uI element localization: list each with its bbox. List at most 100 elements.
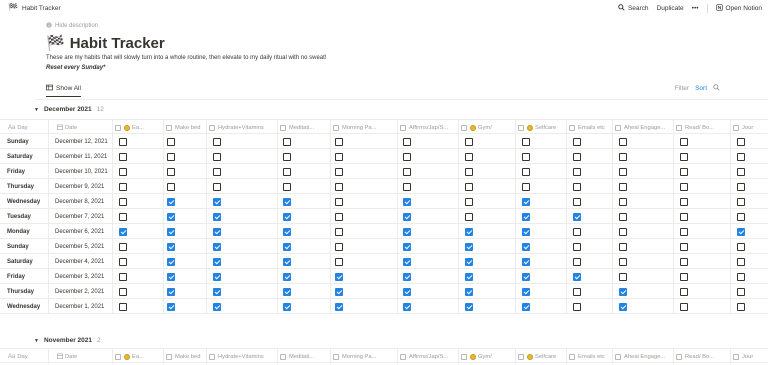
- breadcrumb[interactable]: 🏁 Habit Tracker: [8, 4, 61, 12]
- column-header[interactable]: Make bed: [163, 349, 206, 364]
- unchecked-checkbox[interactable]: [213, 182, 221, 191]
- table-row[interactable]: Thursday December 2, 2021: [0, 284, 768, 299]
- column-header[interactable]: Aheal Engage...: [612, 349, 673, 364]
- checked-checkbox[interactable]: [283, 257, 291, 266]
- unchecked-checkbox[interactable]: [119, 137, 127, 146]
- checked-checkbox[interactable]: [403, 212, 411, 221]
- column-header[interactable]: Emails etc: [566, 349, 612, 364]
- checked-checkbox[interactable]: [167, 302, 175, 311]
- checked-checkbox[interactable]: [283, 272, 291, 281]
- unchecked-checkbox[interactable]: [335, 197, 343, 206]
- checked-checkbox[interactable]: [213, 212, 221, 221]
- unchecked-checkbox[interactable]: [522, 137, 530, 146]
- column-header[interactable]: Ea...: [112, 120, 163, 135]
- table-row[interactable]: Sunday December 5, 2021: [0, 239, 768, 254]
- checked-checkbox[interactable]: [465, 227, 473, 236]
- column-header[interactable]: Selfcare: [515, 120, 566, 135]
- checked-checkbox[interactable]: [283, 287, 291, 296]
- unchecked-checkbox[interactable]: [573, 302, 581, 311]
- unchecked-checkbox[interactable]: [680, 272, 688, 281]
- date-cell[interactable]: December 3, 2021: [48, 269, 112, 284]
- day-cell[interactable]: Thursday: [0, 179, 48, 194]
- duplicate-button[interactable]: Duplicate: [657, 5, 684, 12]
- unchecked-checkbox[interactable]: [119, 302, 127, 311]
- table-row[interactable]: Friday December 10, 2021: [0, 164, 768, 179]
- unchecked-checkbox[interactable]: [167, 137, 175, 146]
- column-header[interactable]: Meditati...: [277, 120, 330, 135]
- checked-checkbox[interactable]: [403, 272, 411, 281]
- column-header[interactable]: Gym/: [458, 349, 515, 364]
- checked-checkbox[interactable]: [522, 197, 530, 206]
- checked-checkbox[interactable]: [403, 227, 411, 236]
- table-row[interactable]: Sunday December 12, 2021: [0, 134, 768, 149]
- day-cell[interactable]: Wednesday: [0, 299, 48, 314]
- day-cell[interactable]: Wednesday: [0, 194, 48, 209]
- unchecked-checkbox[interactable]: [737, 212, 745, 221]
- date-cell[interactable]: December 7, 2021: [48, 209, 112, 224]
- unchecked-checkbox[interactable]: [737, 257, 745, 266]
- checked-checkbox[interactable]: [283, 197, 291, 206]
- checked-checkbox[interactable]: [283, 302, 291, 311]
- unchecked-checkbox[interactable]: [619, 227, 627, 236]
- unchecked-checkbox[interactable]: [680, 137, 688, 146]
- unchecked-checkbox[interactable]: [283, 182, 291, 191]
- unchecked-checkbox[interactable]: [335, 152, 343, 161]
- column-header[interactable]: Emails etc: [566, 120, 612, 135]
- day-cell[interactable]: Friday: [0, 164, 48, 179]
- unchecked-checkbox[interactable]: [619, 257, 627, 266]
- checked-checkbox[interactable]: [522, 272, 530, 281]
- unchecked-checkbox[interactable]: [213, 167, 221, 176]
- unchecked-checkbox[interactable]: [573, 167, 581, 176]
- checked-checkbox[interactable]: [465, 272, 473, 281]
- column-header[interactable]: Make bed: [163, 120, 206, 135]
- unchecked-checkbox[interactable]: [283, 167, 291, 176]
- unchecked-checkbox[interactable]: [119, 257, 127, 266]
- unchecked-checkbox[interactable]: [680, 152, 688, 161]
- column-header[interactable]: Selfcare: [515, 349, 566, 364]
- checked-checkbox[interactable]: [119, 227, 127, 236]
- unchecked-checkbox[interactable]: [680, 197, 688, 206]
- unchecked-checkbox[interactable]: [737, 242, 745, 251]
- date-cell[interactable]: December 12, 2021: [48, 134, 112, 149]
- column-header[interactable]: Morning Pa...: [330, 349, 397, 364]
- unchecked-checkbox[interactable]: [522, 152, 530, 161]
- unchecked-checkbox[interactable]: [335, 242, 343, 251]
- unchecked-checkbox[interactable]: [119, 242, 127, 251]
- column-header[interactable]: Jour: [730, 120, 768, 135]
- unchecked-checkbox[interactable]: [737, 197, 745, 206]
- unchecked-checkbox[interactable]: [680, 227, 688, 236]
- table-row[interactable]: Friday December 3, 2021: [0, 269, 768, 284]
- unchecked-checkbox[interactable]: [283, 137, 291, 146]
- unchecked-checkbox[interactable]: [619, 167, 627, 176]
- checked-checkbox[interactable]: [465, 242, 473, 251]
- unchecked-checkbox[interactable]: [119, 287, 127, 296]
- search-button[interactable]: Search: [618, 3, 649, 13]
- unchecked-checkbox[interactable]: [573, 182, 581, 191]
- unchecked-checkbox[interactable]: [119, 152, 127, 161]
- table-row[interactable]: Wednesday December 8, 2021: [0, 194, 768, 209]
- unchecked-checkbox[interactable]: [680, 242, 688, 251]
- column-header[interactable]: Meditati...: [277, 349, 330, 364]
- day-cell[interactable]: Sunday: [0, 134, 48, 149]
- unchecked-checkbox[interactable]: [737, 287, 745, 296]
- column-header[interactable]: Hydrate+Vitamins: [206, 349, 277, 364]
- column-header[interactable]: Morning Pa...: [330, 120, 397, 135]
- column-header[interactable]: Affirms/Jap/S...: [397, 349, 458, 364]
- checked-checkbox[interactable]: [465, 257, 473, 266]
- unchecked-checkbox[interactable]: [465, 152, 473, 161]
- column-header[interactable]: Jour: [730, 349, 768, 364]
- checked-checkbox[interactable]: [213, 242, 221, 251]
- view-tab-show-all[interactable]: Show All: [46, 84, 81, 97]
- date-cell[interactable]: December 2, 2021: [48, 284, 112, 299]
- table-row[interactable]: Thursday December 9, 2021: [0, 179, 768, 194]
- day-cell[interactable]: Thursday: [0, 284, 48, 299]
- unchecked-checkbox[interactable]: [465, 137, 473, 146]
- column-header[interactable]: Aheal Engage...: [612, 120, 673, 135]
- table-row[interactable]: Saturday December 4, 2021: [0, 254, 768, 269]
- unchecked-checkbox[interactable]: [737, 137, 745, 146]
- day-cell[interactable]: Saturday: [0, 254, 48, 269]
- unchecked-checkbox[interactable]: [619, 212, 627, 221]
- unchecked-checkbox[interactable]: [522, 167, 530, 176]
- column-header[interactable]: Date: [48, 120, 112, 135]
- checked-checkbox[interactable]: [522, 302, 530, 311]
